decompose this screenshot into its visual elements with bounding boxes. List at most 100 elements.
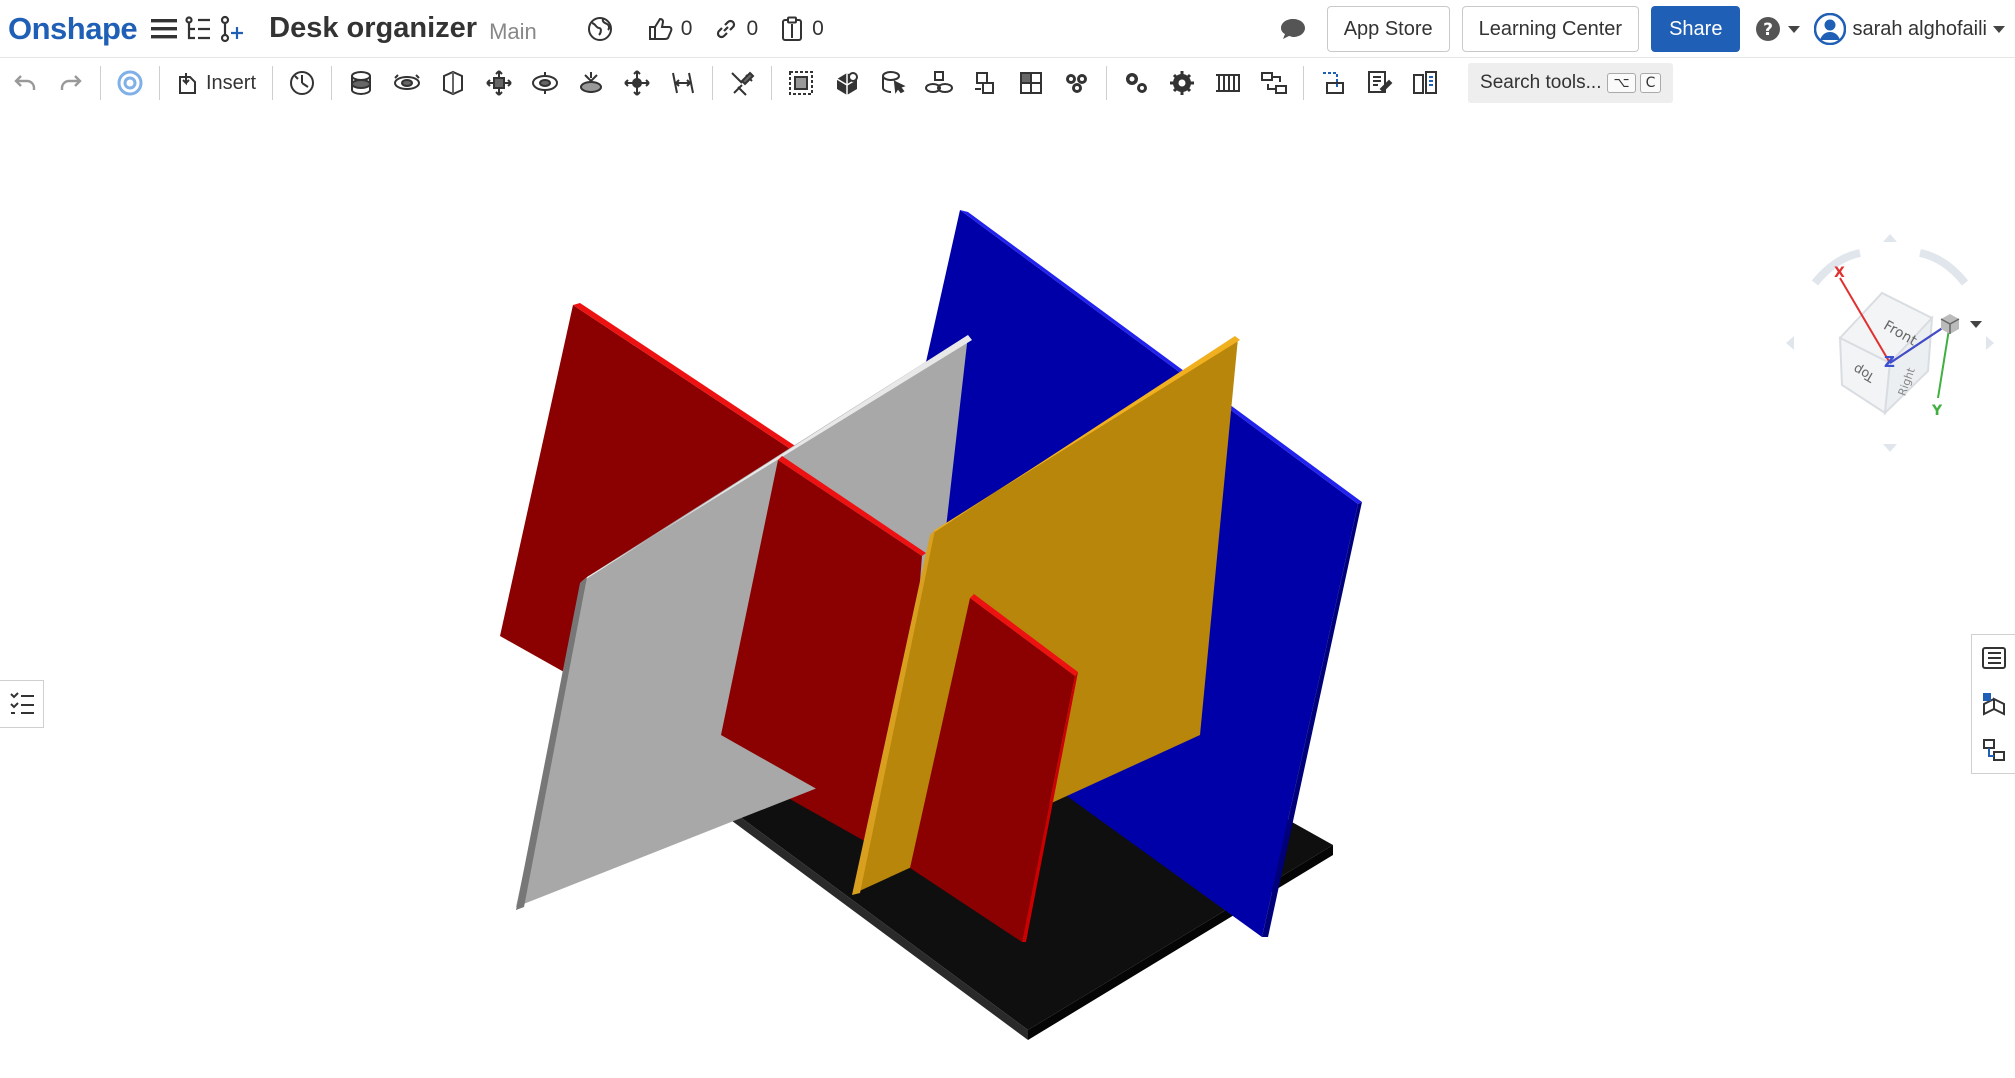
instances-icon[interactable] [1981, 737, 2007, 763]
shortcut-key-option: ⌥ [1607, 73, 1636, 93]
axis-x-label: X [1834, 265, 1845, 281]
redo-icon [60, 75, 82, 90]
redo-button[interactable] [48, 60, 94, 106]
globe-icon[interactable] [587, 16, 613, 42]
like-counter[interactable]: 0 [647, 16, 693, 42]
branch-label[interactable]: Main [489, 19, 537, 45]
slider-mate-button[interactable] [430, 60, 476, 106]
clipboard-icon [782, 16, 803, 41]
mate-connector-button[interactable] [107, 60, 153, 106]
ball-mate-button[interactable] [614, 60, 660, 106]
svg-text:?: ? [1764, 20, 1774, 40]
bom-icon [1413, 71, 1438, 94]
fastened-mate-button[interactable] [338, 60, 384, 106]
mate-relation-button[interactable] [824, 60, 870, 106]
parallel-mate-icon [672, 72, 695, 94]
section-view-button[interactable] [1310, 60, 1356, 106]
view-arrow-right [1986, 336, 1994, 350]
graphics-area[interactable]: Front Top Right X Y Z [0, 108, 2015, 1073]
onshape-logo[interactable]: Onshape [8, 11, 138, 47]
feature-list-toggle[interactable] [0, 680, 44, 728]
link-counter[interactable]: 0 [714, 17, 758, 41]
like-count: 0 [680, 16, 693, 40]
cylindrical-mate-button[interactable] [522, 60, 568, 106]
copy-count: 0 [812, 16, 824, 40]
slider-mate-icon [443, 70, 464, 96]
learning-center-button[interactable]: Learning Center [1461, 6, 1640, 52]
explode-button[interactable] [1251, 60, 1297, 106]
view-options-menu[interactable] [1938, 312, 1982, 336]
gear-relation-button[interactable] [916, 60, 962, 106]
view-rotate-arc-right [1919, 249, 1969, 286]
link-icon [717, 19, 736, 38]
named-positions-button[interactable] [1356, 60, 1402, 106]
copy-counter[interactable]: 0 [780, 16, 824, 42]
app-store-button[interactable]: App Store [1326, 6, 1450, 52]
right-panel-tabs [1971, 634, 2015, 774]
user-avatar-icon [1814, 13, 1847, 45]
ball-mate-icon [624, 70, 650, 96]
tangent-mate-icon [731, 71, 755, 96]
insert-icon [179, 73, 196, 94]
pin-slot-mate-icon [580, 72, 603, 93]
view-arrow-down [1883, 444, 1897, 452]
revolute-mate-button[interactable] [384, 60, 430, 106]
hamburger-icon[interactable] [147, 9, 181, 49]
feature-toolbar: Insert Search tools... ⌥ C [0, 58, 2015, 108]
bom-button[interactable] [1402, 60, 1448, 106]
top-bar: Onshape Desk organizer Main 0 0 0 App St… [0, 0, 2015, 58]
mate-select-icon [882, 71, 906, 94]
group-icon [789, 71, 814, 95]
insert-button[interactable]: Insert [166, 71, 266, 95]
screw-relation-button[interactable] [1008, 60, 1054, 106]
undo-icon [14, 75, 36, 90]
cam-icon [1170, 71, 1195, 95]
axis-z-label: Z [1884, 353, 1895, 371]
replicate-button[interactable] [279, 60, 325, 106]
cam-button[interactable] [1159, 60, 1205, 106]
help-menu[interactable]: ? [1754, 15, 1801, 43]
share-button[interactable]: Share [1651, 6, 1741, 52]
gear-relation-icon [925, 71, 954, 93]
linear-relation-button[interactable] [1054, 60, 1100, 106]
cylindrical-mate-icon [532, 72, 559, 94]
feature-tree-icon[interactable] [181, 9, 215, 49]
help-icon: ? [1756, 17, 1781, 41]
section-view-icon [1323, 72, 1345, 94]
rack-pinion-button[interactable] [962, 60, 1008, 106]
view-cube[interactable]: Front Top Right X Y Z [1780, 228, 2000, 458]
planar-mate-button[interactable] [476, 60, 522, 106]
group-button[interactable] [778, 60, 824, 106]
thumbs-up-icon [648, 17, 673, 40]
mate-select-button[interactable] [870, 60, 916, 106]
search-tools-label: Search tools... [1480, 72, 1602, 93]
undo-button[interactable] [2, 60, 48, 106]
desk-organizer-model[interactable] [0, 108, 2015, 1073]
properties-icon[interactable] [1981, 645, 2007, 671]
mate-connector-icon [117, 70, 143, 96]
revolute-mate-icon [394, 74, 421, 90]
pin-slot-mate-button[interactable] [568, 60, 614, 106]
document-title[interactable]: Desk organizer [269, 12, 477, 45]
parallel-mate-button[interactable] [660, 60, 706, 106]
top-right-actions: App Store Learning Center Share ? sarah … [1279, 6, 2005, 52]
appearance-icon[interactable] [1981, 691, 2007, 717]
fastened-mate-icon [351, 71, 372, 96]
shortcut-key-c: C [1639, 73, 1662, 93]
tangent-mate-button[interactable] [719, 60, 765, 106]
comment-icon[interactable] [1279, 16, 1307, 42]
rack-icon [1216, 74, 1241, 92]
user-menu[interactable]: sarah alghofaili [1814, 13, 2005, 45]
rack-button[interactable] [1205, 60, 1251, 106]
branch-add-icon[interactable] [215, 9, 249, 49]
mate-relation-icon [836, 72, 859, 95]
named-positions-icon [1368, 71, 1393, 93]
linear-relation-icon [1066, 74, 1088, 93]
planar-mate-icon [486, 70, 512, 96]
replicate-icon [290, 71, 315, 95]
link-count: 0 [746, 16, 759, 40]
view-arrow-left [1786, 336, 1794, 350]
gear-button[interactable] [1113, 60, 1159, 106]
search-tools-button[interactable]: Search tools... ⌥ C [1468, 63, 1674, 103]
list-icon [9, 692, 34, 714]
